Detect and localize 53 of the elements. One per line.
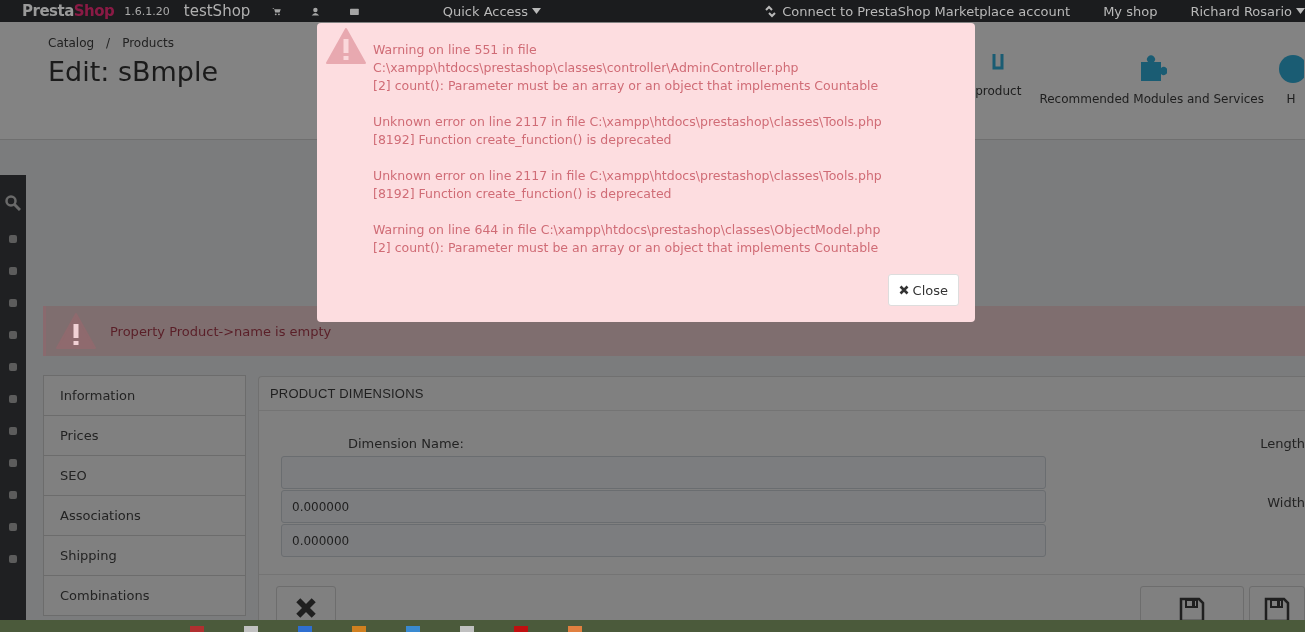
taskbar-icon[interactable] — [460, 626, 474, 632]
search-icon[interactable] — [5, 195, 21, 211]
caret-icon — [1296, 8, 1305, 14]
help-icon — [1278, 54, 1304, 84]
breadcrumb-item[interactable]: Products — [122, 36, 174, 50]
close-icon — [295, 597, 317, 619]
breadcrumb-separator: / — [106, 36, 111, 50]
taskbar-icon[interactable] — [568, 626, 582, 632]
caret-icon — [532, 8, 542, 14]
error-line: Unknown error on line 2117 in file C:\xampp\htdocs\prestashop\classes\Tools.php — [373, 113, 883, 131]
toolbar-button[interactable]: product — [975, 54, 1022, 98]
quick-access-menu[interactable]: Quick Access — [442, 3, 542, 19]
breadcrumb-item[interactable]: Catalog — [48, 36, 95, 50]
user-menu[interactable]: Richard Rosario — [1190, 3, 1305, 19]
taskbar-icon[interactable] — [190, 626, 204, 632]
tab[interactable]: Information — [43, 375, 246, 416]
version-label: 1.6.1.20 — [124, 4, 170, 18]
toolbar-button[interactable]: H — [1278, 54, 1304, 106]
toolbar-button[interactable]: Recommended Modules and Services — [1039, 54, 1264, 106]
tab[interactable]: Associations — [43, 495, 246, 536]
taskbar-icon[interactable] — [352, 626, 366, 632]
panel-title: PRODUCT DIMENSIONS — [259, 377, 1305, 411]
input-field[interactable]: 0.000000 — [281, 490, 1046, 523]
field-label: Dimension Name: — [348, 436, 465, 451]
alert-text: Property Product->name is empty — [110, 323, 332, 339]
my-shop-link[interactable]: My shop — [1103, 3, 1158, 19]
field-label: Width — [1267, 495, 1305, 510]
marketplace-link[interactable]: Connect to PrestaShop Marketplace account — [763, 3, 1071, 19]
error-line: [8192] Function create_function() is deprecated — [373, 131, 673, 149]
error-line: Unknown error on line 2117 in file C:\xampp\htdocs\prestashop\classes\Tools.php — [373, 167, 883, 185]
close-button[interactable]: Close — [887, 274, 959, 306]
page-title: Edit: sBmple — [48, 56, 219, 87]
input-field[interactable]: 0.000000 — [281, 524, 1046, 557]
error-line: C:\xampp\htdocs\prestashop\classes\controller\AdminController.php — [373, 59, 800, 77]
taskbar-icon[interactable] — [406, 626, 420, 632]
error-line: Warning on line 644 in file C:\xampp\htdocs\prestashop\classes\ObjectModel.php — [373, 221, 882, 239]
error-line: [8192] Function create_function() is deprecated — [373, 185, 673, 203]
error-line: [2] count(): Parameter must be an array or an object that implements Countable — [373, 239, 880, 257]
close-icon — [898, 285, 909, 295]
shop-name[interactable]: testShop — [183, 2, 251, 20]
logo[interactable]: PrestaShop — [22, 2, 115, 20]
warning-icon — [56, 313, 96, 349]
tab[interactable]: Prices — [43, 415, 246, 456]
taskbar-icon[interactable] — [514, 626, 528, 632]
taskbar-icon[interactable] — [298, 626, 312, 632]
tab[interactable]: SEO — [43, 455, 246, 496]
error-line: Warning on line 551 in file — [373, 41, 538, 59]
field-label: Length — [1260, 436, 1305, 451]
tab[interactable]: Shipping — [43, 535, 246, 576]
warning-icon — [326, 28, 366, 64]
tab[interactable]: Combinations — [43, 575, 246, 616]
taskbar-icon[interactable] — [244, 626, 258, 632]
error-line: [2] count(): Parameter must be an array or an object that implements Countable — [373, 77, 880, 95]
